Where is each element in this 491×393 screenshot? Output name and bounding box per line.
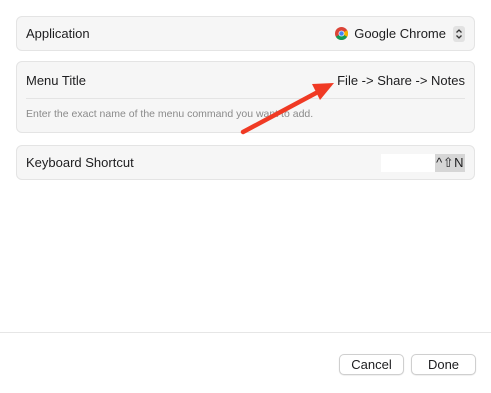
chrome-icon [335,27,349,40]
footer-divider [0,332,491,333]
cancel-button[interactable]: Cancel [339,354,404,375]
annotation-arrow-icon [240,83,334,135]
application-popup[interactable]: Google Chrome [335,25,465,42]
shortcut-keys: ^⇧N [435,153,465,172]
shortcut-blank-area [381,153,436,172]
menu-title-input[interactable]: File -> Share -> Notes [337,73,465,88]
menu-title-label: Menu Title [26,72,86,88]
application-value: Google Chrome [354,26,446,41]
application-row: Application Google Chrome [16,16,475,51]
menu-title-help-text: Enter the exact name of the menu command… [26,108,314,120]
keyboard-shortcut-row: Keyboard Shortcut ^⇧N [16,145,475,180]
done-button[interactable]: Done [411,354,476,375]
keyboard-shortcut-label: Keyboard Shortcut [26,155,134,170]
menu-title-row: Menu Title File -> Share -> Notes Enter … [16,61,475,133]
application-label: Application [26,26,90,41]
keyboard-shortcut-recorder[interactable]: ^⇧N [381,153,465,172]
popup-stepper-icon [453,25,465,42]
